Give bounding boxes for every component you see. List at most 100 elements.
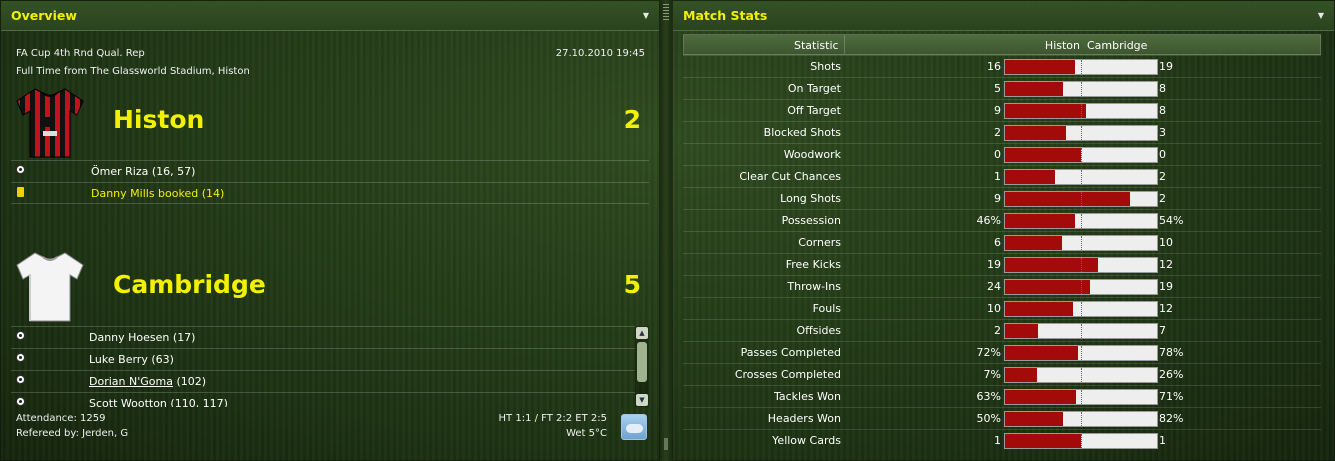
away-team-score: 5 [623, 270, 641, 299]
ball-icon [16, 165, 25, 174]
overview-header: Overview ▼ [1, 1, 659, 31]
column-header-statistic[interactable]: Statistic [794, 39, 839, 52]
stat-away-value: 3 [1159, 126, 1166, 139]
stat-home-bar-fill [1005, 280, 1091, 294]
stat-away-value: 8 [1159, 104, 1166, 117]
stat-comparison-bar [1004, 323, 1158, 339]
column-header-home[interactable]: Histon [1045, 39, 1080, 52]
event-text[interactable]: Danny Mills booked (14) [91, 187, 224, 200]
stat-bar-midline [1081, 192, 1082, 206]
competition-label: FA Cup 4th Rnd Qual. Rep [16, 48, 145, 59]
scroll-thumb[interactable] [637, 342, 647, 382]
stats-row: Blocked Shots 2 3 [683, 121, 1321, 143]
stat-home-bar-fill [1005, 104, 1086, 118]
event-text[interactable]: Luke Berry (63) [89, 353, 174, 366]
weather-cloud-icon [621, 414, 647, 440]
event-minute: (102) [172, 375, 207, 388]
stat-home-bar-fill [1005, 82, 1063, 96]
histon-shirt-icon [16, 88, 84, 158]
stat-label: Headers Won [767, 412, 841, 425]
stats-row: Possession 46% 54% [683, 209, 1321, 231]
stats-row: Free Kicks 19 12 [683, 253, 1321, 275]
stat-home-value: 50% [976, 412, 1001, 425]
stat-label: Woodwork [783, 148, 841, 161]
stat-away-value: 2 [1159, 192, 1166, 205]
event-text[interactable]: Danny Hoesen (17) [89, 331, 195, 344]
stat-home-value: 6 [994, 236, 1001, 249]
ball-icon [16, 375, 25, 384]
stat-away-value: 19 [1159, 60, 1173, 73]
referee-label: Refereed by: Jerden, G [16, 428, 129, 439]
stats-row: Off Target 9 8 [683, 99, 1321, 121]
stat-label: Yellow Cards [772, 434, 841, 447]
divider-grip-icon[interactable] [663, 4, 669, 20]
stat-label: Passes Completed [740, 346, 841, 359]
stat-bar-midline [1081, 434, 1082, 448]
stat-comparison-bar [1004, 169, 1158, 185]
panel-divider[interactable] [660, 0, 672, 461]
events-scrollbar[interactable]: ▲ ▼ [635, 326, 649, 407]
stat-comparison-bar [1004, 279, 1158, 295]
stat-comparison-bar [1004, 389, 1158, 405]
stat-label: Shots [810, 60, 841, 73]
stat-away-value: 78% [1159, 346, 1184, 359]
stat-bar-midline [1081, 236, 1082, 250]
away-team-name[interactable]: Cambridge [113, 270, 266, 299]
away-events-list[interactable]: Danny Hoesen (17) Luke Berry (63) Dorian… [11, 326, 649, 407]
divider-grip-bottom-icon[interactable] [664, 438, 668, 450]
scroll-down-icon[interactable]: ▼ [636, 394, 648, 406]
stat-label: Crosses Completed [734, 368, 841, 381]
match-stats-menu-arrow-icon[interactable]: ▼ [1318, 11, 1324, 20]
stat-comparison-bar [1004, 411, 1158, 427]
stat-comparison-bar [1004, 59, 1158, 75]
stat-home-value: 2 [994, 324, 1001, 337]
column-header-away[interactable]: Cambridge [1087, 39, 1147, 52]
match-datetime: 27.10.2010 19:45 [555, 48, 645, 59]
stat-away-value: 0 [1159, 148, 1166, 161]
stat-home-bar-fill [1005, 346, 1078, 360]
stat-home-value: 16 [987, 60, 1001, 73]
event-text: Dorian N'Goma (102) [89, 375, 206, 388]
stat-home-bar-fill [1005, 434, 1081, 448]
stat-home-bar-fill [1005, 170, 1056, 184]
weather-label: Wet 5°C [566, 428, 607, 439]
stat-label: On Target [787, 82, 841, 95]
stat-bar-midline [1081, 82, 1082, 96]
stat-away-value: 7 [1159, 324, 1166, 337]
ball-icon [16, 353, 25, 362]
stat-bar-midline [1081, 126, 1082, 140]
match-stats-panel: Match Stats ▼ Statistic Histon Cambridge… [672, 0, 1335, 461]
stat-comparison-bar [1004, 147, 1158, 163]
event-text[interactable]: Ömer Riza (16, 57) [91, 165, 195, 178]
stat-bar-midline [1081, 214, 1082, 228]
home-team-score: 2 [623, 105, 641, 134]
match-stats-title: Match Stats [683, 8, 768, 23]
stat-away-value: 26% [1159, 368, 1184, 381]
away-goal-event: Danny Hoesen (17) [11, 326, 635, 348]
stat-bar-midline [1081, 412, 1082, 426]
player-link[interactable]: Dorian N'Goma [89, 375, 173, 388]
event-text[interactable]: Scott Wootton (110, 117) [89, 397, 228, 407]
stats-row: Headers Won 50% 82% [683, 407, 1321, 429]
stat-home-bar-fill [1005, 412, 1063, 426]
scroll-up-icon[interactable]: ▲ [636, 327, 648, 339]
stats-row: Offsides 2 7 [683, 319, 1321, 341]
stats-row: Corners 6 10 [683, 231, 1321, 253]
stats-row: Long Shots 9 2 [683, 187, 1321, 209]
overview-menu-arrow-icon[interactable]: ▼ [643, 11, 649, 20]
home-team-name[interactable]: Histon [113, 105, 204, 134]
stat-comparison-bar [1004, 125, 1158, 141]
stat-label: Corners [798, 236, 841, 249]
stats-row: Throw-Ins 24 19 [683, 275, 1321, 297]
stat-label: Free Kicks [785, 258, 841, 271]
stats-row: Shots 16 19 [683, 55, 1321, 77]
stat-home-value: 63% [976, 390, 1001, 403]
stat-bar-midline [1081, 258, 1082, 272]
ball-icon [16, 331, 25, 340]
stat-home-bar-fill [1005, 126, 1066, 140]
stat-comparison-bar [1004, 213, 1158, 229]
stat-label: Offsides [796, 324, 841, 337]
stats-table-header: Statistic Histon Cambridge [683, 34, 1321, 55]
home-goal-event: Ömer Riza (16, 57) [11, 160, 649, 182]
stat-label: Long Shots [780, 192, 841, 205]
